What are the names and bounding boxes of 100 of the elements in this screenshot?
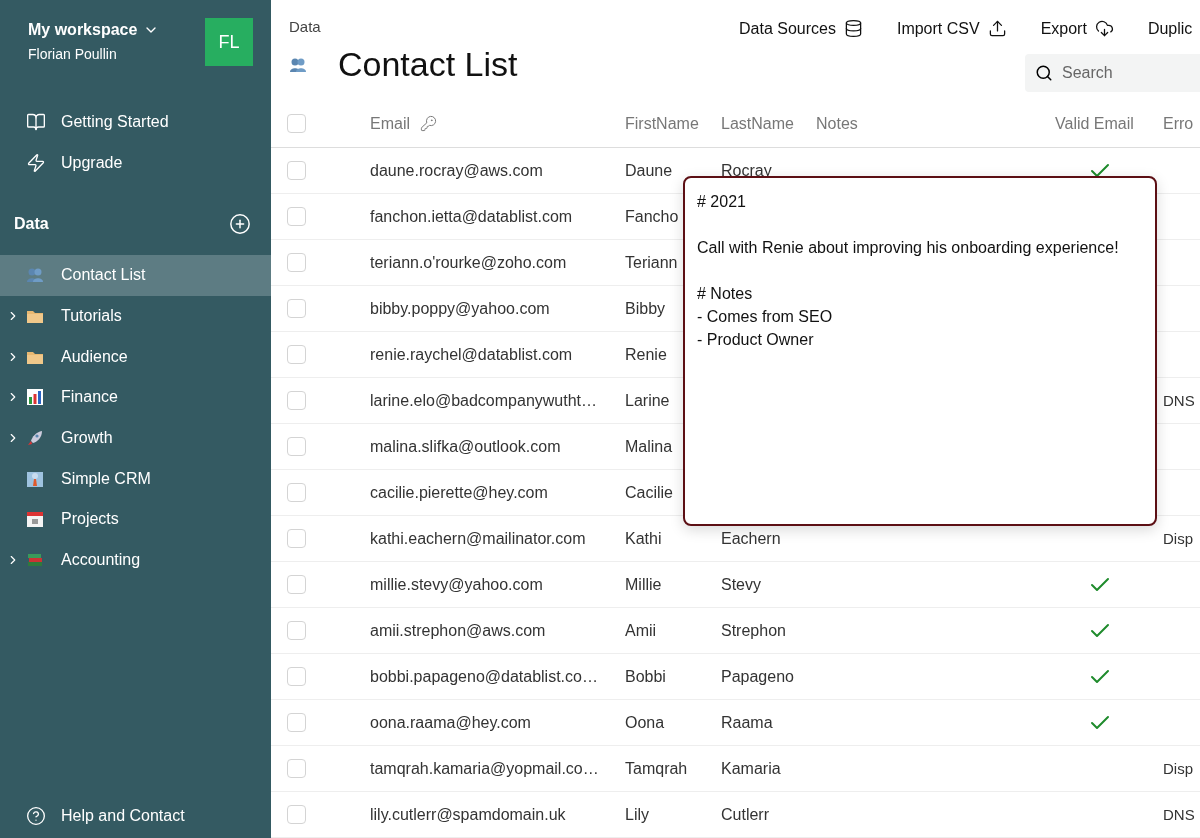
table-cell: renie.raychel@datablist.com — [370, 345, 573, 364]
sidebar-item[interactable]: Growth — [0, 417, 271, 459]
row-checkbox[interactable] — [287, 161, 306, 180]
toolbar-button[interactable]: Import CSV — [896, 19, 1007, 38]
nav-item[interactable]: Upgrade — [0, 142, 271, 183]
breadcrumb: Data — [289, 18, 322, 35]
row-checkbox[interactable] — [287, 483, 306, 502]
row-checkbox[interactable] — [287, 345, 306, 364]
table-cell: Rocray — [721, 161, 772, 180]
row-checkbox[interactable] — [287, 207, 306, 226]
table-cell: Teriann — [625, 253, 678, 272]
row-checkbox[interactable] — [287, 299, 306, 318]
table-cell: Eachern — [721, 529, 781, 548]
table-cell: Larine — [625, 391, 670, 410]
column-header[interactable]: Notes — [816, 114, 1055, 133]
table-cell: Kamaria — [721, 759, 781, 778]
cloud-download-icon — [1094, 19, 1114, 38]
user-name: Florian Poullin — [28, 46, 118, 62]
lightning-icon — [26, 152, 46, 173]
column-header[interactable]: LastName — [721, 114, 816, 133]
table-cell: Amii — [625, 621, 657, 640]
people-icon — [26, 266, 44, 285]
search-field[interactable]: Search — [1025, 54, 1200, 92]
table-cell: larine.elo@badcompanywutht… — [370, 391, 598, 410]
section-title: Data — [14, 215, 49, 233]
table-cell: Raama — [721, 713, 773, 732]
table-cell: Daune — [625, 161, 673, 180]
table-cell: Lily — [625, 805, 649, 824]
table-cell: millie.stevy@yahoo.com — [370, 575, 543, 594]
row-checkbox[interactable] — [287, 621, 306, 640]
table-cell: Cutlerr — [721, 805, 769, 824]
row-checkbox[interactable] — [287, 805, 306, 824]
row-checkbox[interactable] — [287, 575, 306, 594]
table-cell: bibby.poppy@yahoo.com — [370, 299, 550, 318]
table-cell: daune.rocray@aws.com — [370, 161, 543, 180]
calendar-icon — [26, 510, 44, 529]
row-checkbox[interactable] — [287, 529, 306, 548]
table-cell: lily.cutlerr@spamdomain.uk — [370, 805, 566, 824]
sidebar-item[interactable]: Simple CRM — [0, 458, 271, 500]
toolbar-button[interactable]: Data Sources — [739, 19, 863, 38]
page-title: Contact List — [289, 45, 739, 84]
table-cell: Papageno — [721, 667, 794, 686]
book-icon — [26, 111, 46, 132]
search-icon — [1035, 64, 1053, 82]
column-header[interactable]: FirstName — [625, 114, 721, 133]
table-cell: Cacilie — [625, 483, 673, 502]
row-checkbox[interactable] — [287, 253, 306, 272]
table-cell: Oona — [625, 713, 665, 732]
table-cell: Bobbi — [625, 667, 666, 686]
table-cell: Stevy — [721, 575, 761, 594]
select-all-checkbox[interactable] — [287, 114, 306, 133]
table-cell: DNS — [1163, 392, 1195, 409]
help-link[interactable]: Help and Contact — [0, 794, 271, 838]
table-cell: cacilie.pierette@hey.com — [370, 483, 548, 502]
sidebar-item[interactable]: Contact List — [0, 255, 271, 296]
table-cell: Renie — [625, 345, 667, 364]
table-cell: tamqrah.kamaria@yopmail.co… — [370, 759, 599, 778]
row-checkbox[interactable] — [287, 667, 306, 686]
sidebar-item[interactable]: Finance — [0, 377, 271, 418]
add-icon[interactable] — [229, 213, 251, 235]
table-cell: malina.slifka@outlook.com — [370, 437, 561, 456]
sidebar-item[interactable]: Accounting — [0, 539, 271, 581]
table-cell: Fancho — [625, 207, 679, 226]
bar-chart-icon — [26, 388, 44, 407]
column-header[interactable]: Email — [370, 114, 625, 133]
upload-icon — [987, 19, 1007, 38]
table-cell: DNS — [1163, 806, 1195, 823]
table-cell: bobbi.papageno@datablist.co… — [370, 667, 598, 686]
column-header[interactable]: Erro — [1163, 114, 1200, 133]
sidebar-item[interactable]: Projects — [0, 499, 271, 540]
table-cell: Millie — [625, 575, 662, 594]
row-checkbox[interactable] — [287, 713, 306, 732]
table-cell: Strephon — [721, 621, 786, 640]
row-checkbox[interactable] — [287, 759, 306, 778]
table-cell: Malina — [625, 437, 673, 456]
database-icon — [843, 19, 863, 38]
rocket-icon — [26, 429, 44, 448]
table-cell: Disp — [1163, 760, 1193, 777]
notes-text[interactable]: # 2021 Call with Renie about improving his onboarding experience! # Notes - Comes from SEO - Product Owner — [697, 190, 1143, 351]
row-checkbox[interactable] — [287, 391, 306, 410]
sidebar-item[interactable]: Audience — [0, 336, 271, 378]
table-cell: teriann.o'rourke@zoho.com — [370, 253, 567, 272]
table-cell: Bibby — [625, 299, 666, 318]
table-cell: amii.strephon@aws.com — [370, 621, 546, 640]
table-cell: Kathi — [625, 529, 662, 548]
workspace-switcher[interactable]: My workspace — [28, 21, 160, 39]
table-cell: kathi.eachern@mailinator.com — [370, 529, 586, 548]
table-cell: fanchon.ietta@datablist.com — [370, 207, 573, 226]
help-icon — [26, 806, 46, 826]
row-checkbox[interactable] — [287, 437, 306, 456]
column-header[interactable]: Valid Email — [1055, 114, 1163, 133]
table-cell: Tamqrah — [625, 759, 688, 778]
table-cell: oona.raama@hey.com — [370, 713, 531, 732]
table-cell: Disp — [1163, 530, 1193, 547]
key-icon — [420, 115, 437, 132]
toolbar-button[interactable]: Export — [1040, 19, 1114, 38]
sidebar-item[interactable]: Tutorials — [0, 295, 271, 337]
person-icon — [26, 469, 44, 488]
nav-item[interactable]: Getting Started — [0, 101, 271, 142]
toolbar-button[interactable]: Duplic — [1147, 19, 1193, 38]
